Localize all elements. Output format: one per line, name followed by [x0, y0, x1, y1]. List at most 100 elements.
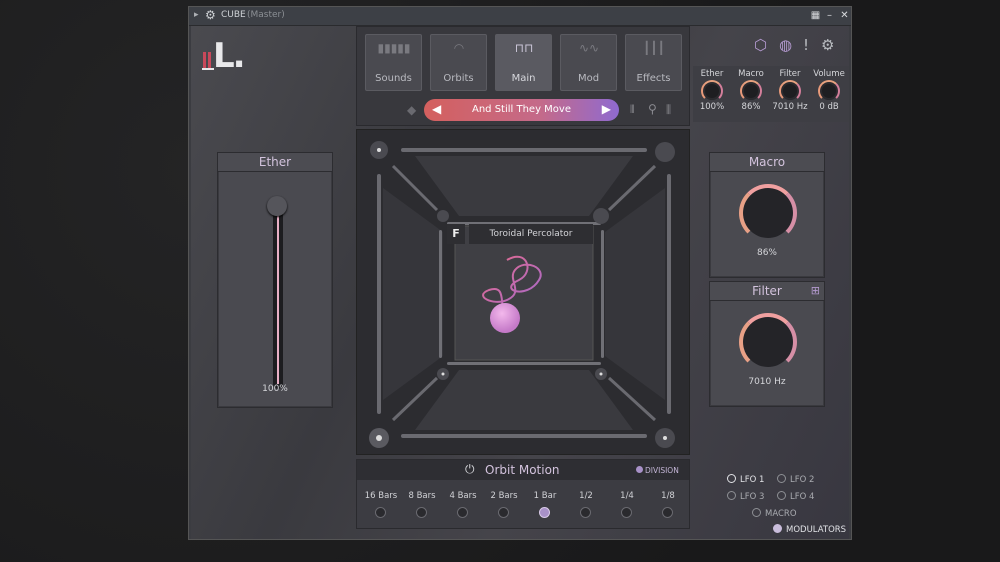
cube-graphic	[369, 141, 675, 448]
volume-mini-knob[interactable]: Volume 0 dB	[810, 66, 848, 112]
filter-mini-knob[interactable]: Filter 7010 Hz	[771, 66, 809, 112]
macro-mini-knob[interactable]: Macro 86%	[732, 66, 770, 112]
knob-value: 100%	[699, 102, 725, 112]
tab-mod[interactable]: ∿∿ Mod	[560, 34, 617, 91]
knob[interactable]	[779, 80, 801, 102]
lfo2-radio[interactable]: LFO 2	[777, 474, 814, 485]
bar-option-radio[interactable]	[457, 507, 468, 518]
mixer-icon[interactable]: ⫼	[666, 103, 671, 117]
knob-label: Filter	[779, 69, 801, 79]
lfo4-label: LFO 4	[790, 492, 815, 502]
knob-value: 0 dB	[819, 102, 839, 112]
knob-label: Ether	[700, 69, 724, 79]
macro-panel: Macro 86%	[709, 152, 825, 278]
bar-option-label: 1 Bar	[533, 491, 557, 501]
division-dot[interactable]	[636, 466, 643, 473]
filter-title: Filter	[710, 282, 824, 301]
window-title: CUBE	[221, 10, 246, 20]
filter-panel: Filter ⊞ 7010 Hz	[709, 281, 825, 407]
search-icon[interactable]: ⚲	[648, 102, 657, 116]
division-label: DIVISION	[645, 466, 679, 475]
knob-value: 86%	[741, 102, 761, 112]
tab-effects[interactable]: ┃┃┃ Effects	[625, 34, 682, 91]
bar-option-radio[interactable]	[375, 507, 386, 518]
orbit-motion-panel: ⏻ Orbit Motion DIVISION 16 Bars 8 Bars 4 B…	[356, 459, 690, 529]
modulators-panel: LFO 1 LFO 2 LFO 3 LFO 4 MACRO MODULATORS	[721, 466, 849, 536]
ether-slider-thumb[interactable]	[267, 196, 287, 216]
bar-option-radio[interactable]	[416, 507, 427, 518]
knob[interactable]	[740, 80, 762, 102]
power-icon[interactable]: ⏻	[465, 462, 475, 477]
cube-badge: F	[447, 224, 465, 244]
bar-option-radio[interactable]	[498, 507, 509, 518]
cube-view[interactable]: F Toroidal Percolator	[356, 129, 690, 455]
bar-option-radio[interactable]	[621, 507, 632, 518]
bar-option-label: 4 Bars	[449, 491, 477, 501]
ether-mini-knob[interactable]: Ether 100%	[693, 66, 731, 112]
tab-label: Effects	[636, 73, 671, 84]
ether-panel: Ether 100%	[217, 152, 333, 408]
minimize-icon[interactable]: –	[823, 9, 836, 22]
lfo1-radio[interactable]: LFO 1	[727, 474, 764, 485]
orbit-motion-header: ⏻ Orbit Motion DIVISION	[357, 460, 689, 480]
effects-sliders-icon: ┃┃┃	[643, 41, 665, 55]
knob[interactable]	[818, 80, 840, 102]
knob-label: Macro	[738, 69, 764, 79]
tab-main[interactable]: ⊓⊓ Main	[495, 34, 552, 91]
tab-label: Orbits	[443, 73, 474, 84]
lfo1-label: LFO 1	[740, 475, 765, 485]
plugin-body: L. ▮▮▮▮▮ Sounds ◠ Orbits ⊓⊓ Main ∿∿ Mod …	[191, 26, 849, 539]
macro-value: 86%	[756, 248, 777, 258]
modulators-label: MODULATORS	[786, 525, 847, 535]
knob[interactable]	[701, 80, 723, 102]
bar-option-label: 8 Bars	[408, 491, 436, 501]
bar-option-label: 1/4	[620, 491, 634, 501]
orbits-icon: ◠	[453, 41, 465, 55]
logo: L.	[213, 36, 246, 76]
lfo4-radio[interactable]: LFO 4	[777, 491, 814, 502]
bar-option-label: 2 Bars	[490, 491, 518, 501]
next-preset-icon[interactable]: ▶	[602, 102, 611, 116]
window-grid-icon[interactable]: ▦	[809, 9, 822, 22]
plugin-window: ▸ ⚙ CUBE (Master) ▦ – ✕ L. ▮▮▮▮▮ Sounds …	[188, 6, 852, 540]
top-knobs-panel: Ether 100% Macro 86% Filter 7010 Hz Volu…	[693, 66, 849, 122]
orbit-motion-title: Orbit Motion	[485, 463, 560, 477]
globe-icon[interactable]: ◍	[779, 36, 792, 54]
gear-icon[interactable]: ⚙	[205, 8, 216, 22]
filter-value: 7010 Hz	[748, 377, 786, 387]
knob-value: 7010 Hz	[772, 102, 808, 112]
expand-arrow-icon[interactable]: ▸	[194, 10, 199, 20]
bar-option-label: 16 Bars	[364, 491, 398, 501]
preset-selector[interactable]: ◀ And Still They Move ▶	[424, 99, 619, 121]
macro-label: MACRO	[765, 509, 797, 519]
filter-body: 7010 Hz	[711, 301, 823, 405]
tab-orbits[interactable]: ◠ Orbits	[430, 34, 487, 91]
macro-radio[interactable]: MACRO	[752, 508, 797, 519]
window-subtitle: (Master)	[247, 10, 285, 20]
chart-icon[interactable]: ⫴	[630, 103, 635, 117]
tab-label: Mod	[577, 73, 600, 84]
ether-body: 100%	[219, 172, 331, 406]
main-cube-icon: ⊓⊓	[514, 41, 534, 55]
tab-label: Main	[511, 73, 536, 84]
bookmark-icon[interactable]: ◆	[407, 103, 416, 117]
macro-knob[interactable]	[739, 184, 797, 242]
alert-icon[interactable]: !	[803, 36, 809, 54]
tab-bar: ▮▮▮▮▮ Sounds ◠ Orbits ⊓⊓ Main ∿∿ Mod ┃┃┃…	[356, 26, 690, 126]
mod-wave-icon: ∿∿	[578, 41, 600, 55]
tab-label: Sounds	[375, 73, 412, 84]
close-icon[interactable]: ✕	[838, 9, 851, 22]
bar-option-radio[interactable]	[580, 507, 591, 518]
lfo3-radio[interactable]: LFO 3	[727, 491, 764, 502]
tab-sounds[interactable]: ▮▮▮▮▮ Sounds	[365, 34, 422, 91]
ether-value: 100%	[262, 384, 288, 394]
modulators-toggle[interactable]: MODULATORS	[773, 524, 846, 535]
cube-sound-name[interactable]: Toroidal Percolator	[469, 224, 593, 244]
settings-gear-icon[interactable]: ⚙	[821, 36, 834, 54]
cube-icon[interactable]: ⬡	[754, 36, 767, 54]
macro-title: Macro	[710, 153, 824, 172]
filter-knob[interactable]	[739, 313, 797, 371]
filter-grid-icon[interactable]: ⊞	[811, 284, 820, 297]
bar-option-radio[interactable]	[662, 507, 673, 518]
bar-option-radio[interactable]	[539, 507, 550, 518]
